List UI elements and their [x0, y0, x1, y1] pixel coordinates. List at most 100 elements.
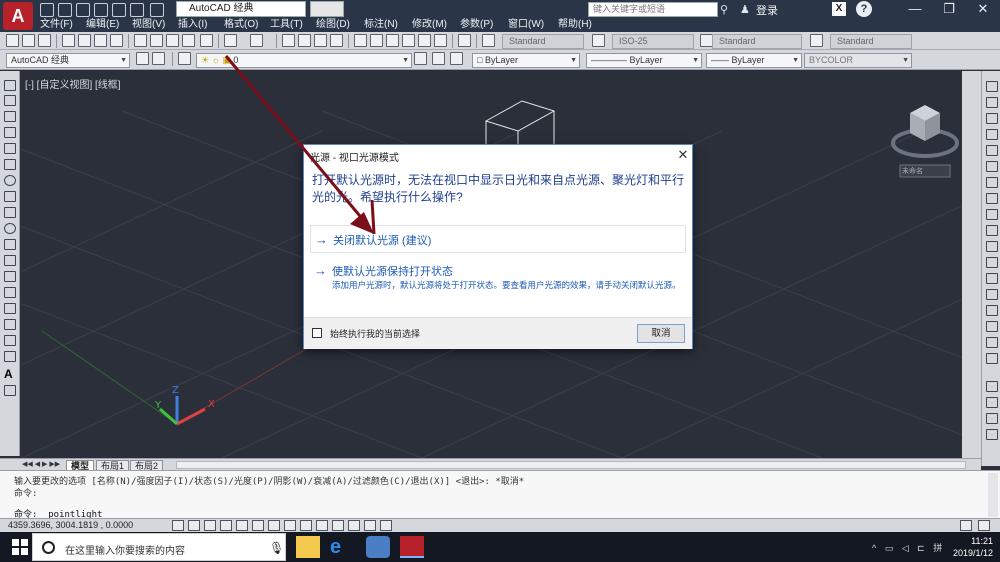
paint-app-icon[interactable]: [366, 536, 390, 558]
print-icon[interactable]: [112, 3, 126, 17]
array-icon[interactable]: [986, 145, 998, 156]
revcloud-icon[interactable]: [4, 191, 16, 202]
quick-access-dropdown[interactable]: [310, 1, 344, 17]
3d-osnap-icon[interactable]: [268, 520, 280, 531]
blend-icon[interactable]: [986, 337, 998, 348]
redo-icon[interactable]: [150, 3, 164, 17]
layer-combo[interactable]: ☀ ☼ ▣ 0 ▼: [196, 53, 412, 68]
cancel-button[interactable]: 取消: [637, 324, 685, 343]
design-center-icon[interactable]: [370, 34, 383, 47]
clean-screen-icon[interactable]: [978, 520, 990, 531]
zoom-realtime-icon[interactable]: [298, 34, 311, 47]
explode-icon[interactable]: [986, 321, 998, 332]
menu-window[interactable]: 窗口(W): [508, 18, 544, 32]
system-tray-icons[interactable]: ^ ▭ ◁ ⊏ 拼: [872, 541, 945, 554]
paste-icon[interactable]: [166, 34, 179, 47]
transparency-icon[interactable]: [348, 520, 360, 531]
maximize-button[interactable]: ❐: [932, 0, 966, 18]
draw-order-icon[interactable]: [986, 381, 998, 392]
send-back-icon[interactable]: [986, 413, 998, 424]
redo-toolbar-icon[interactable]: [250, 34, 263, 47]
rotate-icon[interactable]: [986, 177, 998, 188]
quickcalc-icon[interactable]: [434, 34, 447, 47]
viewcube-ucs-label[interactable]: 未命名: [902, 166, 923, 176]
point-icon[interactable]: [4, 287, 16, 298]
ellipse-arc-icon[interactable]: [4, 239, 16, 250]
region-icon[interactable]: [4, 335, 16, 346]
mleader-style-icon[interactable]: [810, 34, 823, 47]
turn-off-default-lighting-option[interactable]: → 关闭默认光源 (建议): [310, 225, 686, 253]
selection-cycling-icon[interactable]: [380, 520, 392, 531]
grid-display-icon[interactable]: [204, 520, 216, 531]
3d-print-icon[interactable]: [110, 34, 123, 47]
extend-icon[interactable]: [986, 241, 998, 252]
plot-icon[interactable]: [62, 34, 75, 47]
linetype-combo[interactable]: ———— ByLayer ▼: [586, 53, 702, 68]
paste-block-icon[interactable]: [182, 34, 195, 47]
autocad-logo-icon[interactable]: A: [3, 2, 33, 30]
lineweight-combo[interactable]: —— ByLayer ▼: [706, 53, 802, 68]
menu-tools[interactable]: 工具(T): [270, 18, 303, 32]
markup-icon[interactable]: [418, 34, 431, 47]
join-icon[interactable]: [986, 273, 998, 284]
object-snap-icon[interactable]: [252, 520, 264, 531]
layer-properties-icon[interactable]: [178, 52, 191, 65]
polyline-icon[interactable]: [4, 111, 16, 122]
preview-icon[interactable]: [78, 34, 91, 47]
coordinate-readout[interactable]: 4359.3696, 3004.1819 , 0.0000: [8, 520, 133, 530]
dim-style-icon[interactable]: [592, 34, 605, 47]
user-icon[interactable]: ♟: [740, 3, 750, 16]
object-tracking-icon[interactable]: [284, 520, 296, 531]
windows-start-icon[interactable]: [12, 539, 28, 555]
mtext-icon[interactable]: A: [4, 368, 16, 380]
save-toolbar-icon[interactable]: [38, 34, 51, 47]
text-style-icon[interactable]: [482, 34, 495, 47]
zoom-previous-icon[interactable]: [330, 34, 343, 47]
exchange-icon[interactable]: X: [832, 2, 846, 16]
command-scrollbar[interactable]: [988, 473, 998, 517]
workspace-combo[interactable]: AutoCAD 经典 ▼: [6, 53, 130, 68]
snap-mode-icon[interactable]: [188, 520, 200, 531]
menu-help[interactable]: 帮助(H): [558, 18, 592, 32]
layer-previous-icon[interactable]: [432, 52, 445, 65]
polygon-icon[interactable]: [4, 127, 16, 138]
zoom-window-icon[interactable]: [314, 34, 327, 47]
menu-insert[interactable]: 插入(I): [178, 18, 207, 32]
ortho-mode-icon[interactable]: [220, 520, 232, 531]
close-window-button[interactable]: ✕: [966, 0, 1000, 18]
rectangle-icon[interactable]: [4, 143, 16, 154]
save-icon[interactable]: [76, 3, 90, 17]
remember-choice-checkbox[interactable]: [312, 328, 322, 338]
menu-edit[interactable]: 编辑(E): [86, 18, 119, 32]
viewport-controls-label[interactable]: [-] [自定义视图] [线框]: [25, 76, 121, 91]
properties-icon[interactable]: [354, 34, 367, 47]
new-file-icon[interactable]: [40, 3, 54, 17]
taskbar-search-box[interactable]: 在这里输入你要搜索的内容 🎙: [32, 533, 286, 561]
dynamic-ucs-icon[interactable]: [300, 520, 312, 531]
copy-icon[interactable]: [150, 34, 163, 47]
insert-block-icon[interactable]: [4, 255, 16, 266]
scale-icon[interactable]: [986, 193, 998, 204]
tool-palettes-icon[interactable]: [386, 34, 399, 47]
workspace-selector[interactable]: AutoCAD 经典: [176, 1, 306, 17]
sheet-set-icon[interactable]: [402, 34, 415, 47]
layer-states-icon[interactable]: [450, 52, 463, 65]
fillet-icon[interactable]: [986, 305, 998, 316]
move-icon[interactable]: [986, 161, 998, 172]
binoculars-icon[interactable]: ⚲: [720, 3, 732, 16]
lineweight-toggle-icon[interactable]: [332, 520, 344, 531]
search-input[interactable]: 键入关键字或短语: [588, 2, 718, 17]
edit-spline-icon[interactable]: [986, 353, 998, 364]
save-as-icon[interactable]: [94, 3, 108, 17]
minimize-button[interactable]: —: [898, 0, 932, 18]
table-icon[interactable]: [4, 351, 16, 362]
publish-icon[interactable]: [94, 34, 107, 47]
open-icon[interactable]: [22, 34, 35, 47]
bring-front-icon[interactable]: [986, 397, 998, 408]
polar-tracking-icon[interactable]: [236, 520, 248, 531]
dim-style-combo[interactable]: ISO-25: [612, 34, 694, 49]
edge-browser-icon[interactable]: e: [330, 536, 354, 558]
file-explorer-icon[interactable]: [296, 536, 320, 558]
menu-dimension[interactable]: 标注(N): [364, 18, 398, 32]
dynamic-input-icon[interactable]: [316, 520, 328, 531]
